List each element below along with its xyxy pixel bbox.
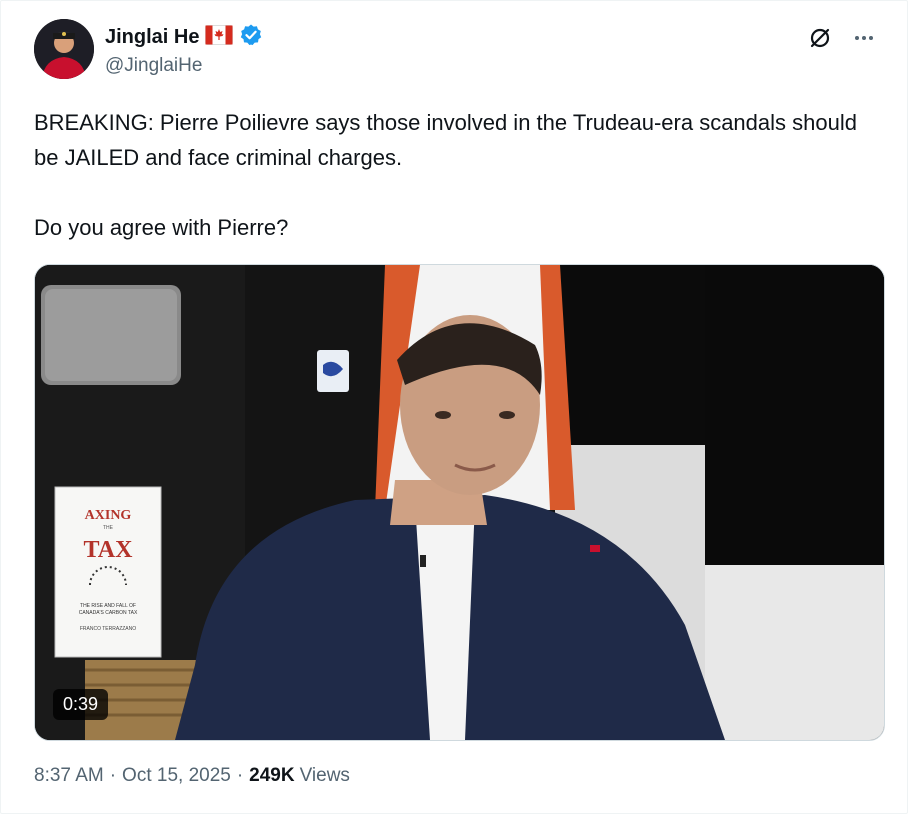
views-count[interactable]: 249K bbox=[249, 765, 294, 787]
meta-separator: · bbox=[236, 765, 244, 786]
tweet-card: Jinglai He @JinglaiHe BREAKING: Pierre P… bbox=[0, 0, 908, 814]
tweet-time[interactable]: 8:37 AM bbox=[34, 765, 104, 787]
meta-separator: · bbox=[109, 765, 117, 786]
slashed-circle-icon[interactable] bbox=[805, 23, 835, 53]
video-duration: 0:39 bbox=[53, 689, 109, 720]
tweet-text-line1: BREAKING: Pierre Poilievre says those in… bbox=[34, 110, 857, 170]
svg-text:THE RISE AND FALL OF: THE RISE AND FALL OF bbox=[80, 603, 136, 609]
tweet-text-line2: Do you agree with Pierre? bbox=[34, 215, 289, 240]
verified-badge-icon[interactable] bbox=[239, 23, 263, 52]
header-actions bbox=[805, 23, 879, 53]
author-handle[interactable]: @JinglaiHe bbox=[105, 55, 202, 77]
svg-text:FRANCO TERRAZZANO: FRANCO TERRAZZANO bbox=[80, 626, 136, 632]
video-player[interactable]: AXING THE TAX THE RISE AND FALL OF CANAD… bbox=[34, 264, 885, 741]
more-horizontal-icon[interactable] bbox=[849, 23, 879, 53]
svg-text:CANADA'S CARBON TAX: CANADA'S CARBON TAX bbox=[79, 610, 138, 616]
tweet-date[interactable]: Oct 15, 2025 bbox=[122, 765, 231, 787]
svg-text:THE: THE bbox=[103, 525, 114, 531]
canada-flag-icon bbox=[205, 25, 234, 50]
tweet-text: BREAKING: Pierre Poilievre says those in… bbox=[34, 105, 874, 245]
tweet-meta: 8:37 AM · Oct 15, 2025 · 249K Views bbox=[34, 765, 350, 787]
video-frame: AXING THE TAX THE RISE AND FALL OF CANAD… bbox=[35, 265, 884, 740]
author-name[interactable]: Jinglai He bbox=[105, 26, 199, 49]
views-label: Views bbox=[299, 765, 350, 786]
author-name-row[interactable]: Jinglai He bbox=[105, 23, 263, 52]
book-cover: AXING THE TAX THE RISE AND FALL OF CANAD… bbox=[54, 486, 162, 658]
svg-text:AXING: AXING bbox=[85, 508, 132, 523]
svg-text:TAX: TAX bbox=[84, 537, 134, 563]
avatar[interactable] bbox=[34, 19, 94, 79]
